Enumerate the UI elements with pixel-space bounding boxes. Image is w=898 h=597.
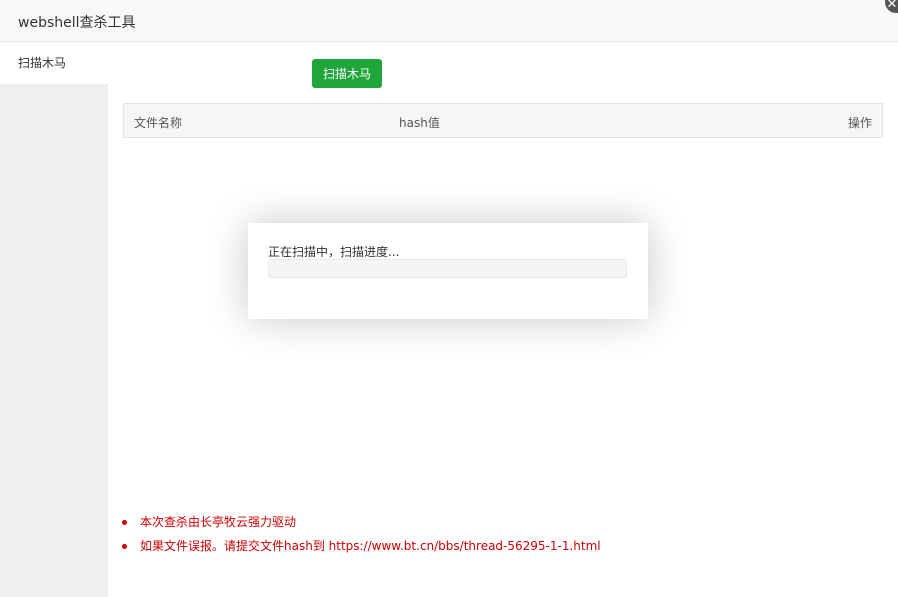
column-header-filename: 文件名称 [134,116,183,130]
progress-text: 正在扫描中，扫描进度... [268,245,400,259]
note-item: 如果文件误报。请提交文件hash到 https://www.bt.cn/bbs/… [122,534,601,558]
scan-trojan-button[interactable]: 扫描木马 [312,59,382,88]
title-bar: webshell查杀工具 [0,0,898,42]
column-header-action: 操作 [847,116,872,130]
column-header-hash: hash值 [399,116,440,130]
close-icon: ✕ [886,0,898,12]
table-header: 文件名称 hash值 操作 [123,103,883,138]
note-item: 本次查杀由长亭牧云强力驱动 [122,510,601,534]
webshell-dialog: webshell查杀工具 ✕ 扫描木马 扫描木马 文件名称 hash值 操作 本… [0,0,898,597]
note-text-false-positive: 如果文件误报。请提交文件hash到 https://www.bt.cn/bbs/… [140,539,601,553]
sidebar-item-scan-trojan[interactable]: 扫描木马 [0,42,108,84]
notes-list: 本次查杀由长亭牧云强力驱动 如果文件误报。请提交文件hash到 https://… [122,510,601,558]
main-panel: 扫描木马 文件名称 hash值 操作 本次查杀由长亭牧云强力驱动 如果文件误报。… [108,42,898,597]
dialog-title: webshell查杀工具 [18,15,136,31]
sidebar-item-label: 扫描木马 [18,56,67,70]
bullet-icon [122,544,127,549]
progress-bar [268,259,627,278]
note-text-powered-by: 本次查杀由长亭牧云强力驱动 [140,515,297,529]
close-button[interactable]: ✕ [885,0,898,13]
sidebar: 扫描木马 [0,42,108,597]
bullet-icon [122,520,127,525]
scan-progress-popup: 正在扫描中，扫描进度... [248,223,648,319]
